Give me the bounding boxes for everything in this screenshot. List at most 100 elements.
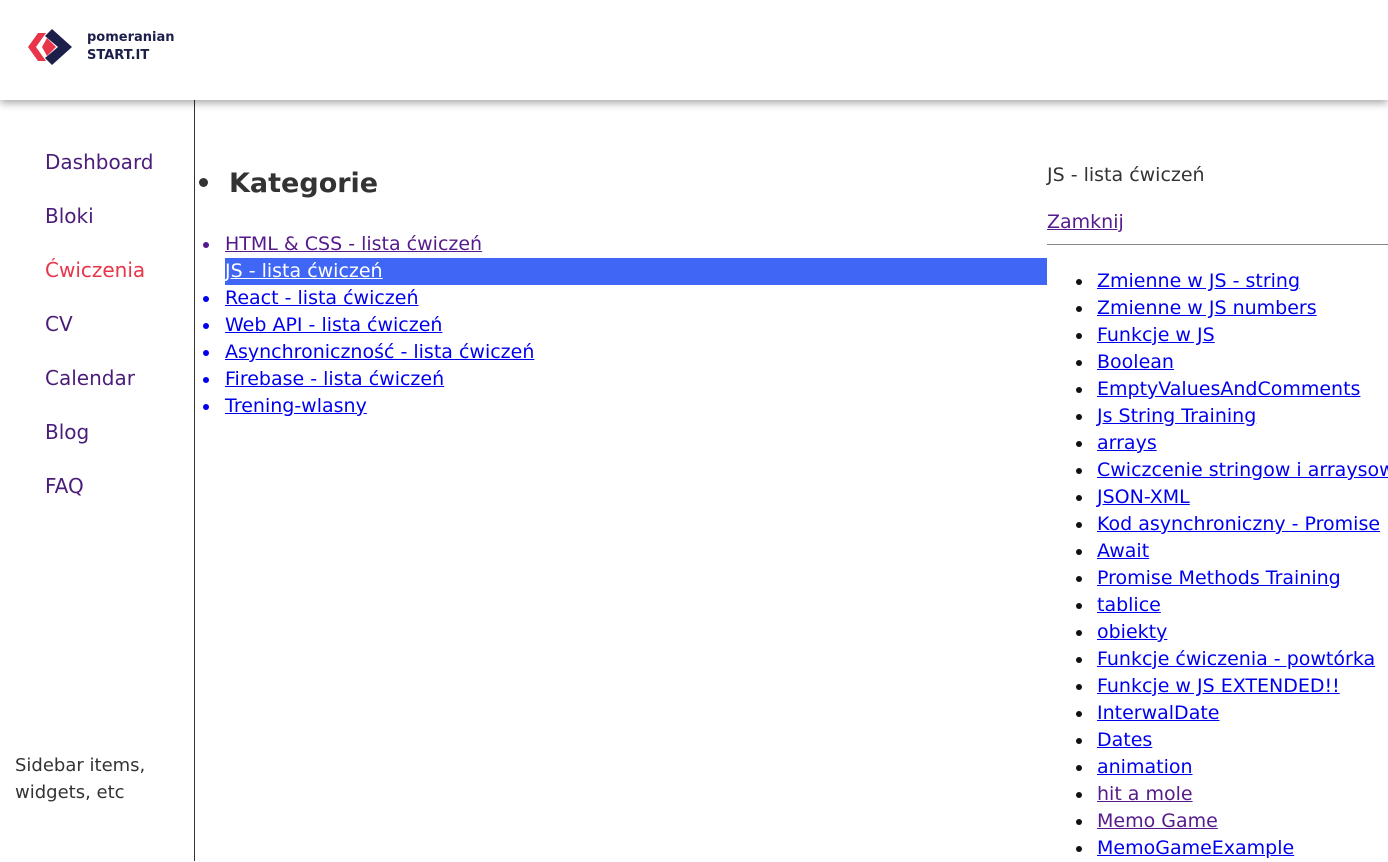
category-item: Firebase - lista ćwiczeń (195, 366, 1047, 393)
logo-line-2: START.IT (87, 48, 150, 63)
sidebar-item-cwiczenia[interactable]: Ćwiczenia (45, 258, 154, 312)
exercise-link[interactable]: hit a mole (1097, 782, 1193, 806)
list-item: Funkcje ćwiczenia - powtórka (1047, 646, 1388, 673)
bullet-icon (1076, 549, 1082, 555)
bullet-icon (1076, 738, 1082, 744)
exercise-link[interactable]: Funkcje w JS (1097, 323, 1215, 347)
exercise-link[interactable]: obiekty (1097, 620, 1167, 644)
category-link-trening[interactable]: Trening-wlasny (225, 394, 367, 418)
exercise-link[interactable]: Funkcje ćwiczenia - powtórka (1097, 647, 1375, 671)
sidebar-item-cv[interactable]: CV (45, 312, 154, 366)
bullet-icon (1076, 765, 1082, 771)
sidebar-item-dashboard[interactable]: Dashboard (45, 150, 154, 204)
sidebar-item-bloki[interactable]: Bloki (45, 204, 154, 258)
list-item: Funkcje w JS EXTENDED!! (1047, 673, 1388, 700)
exercise-link[interactable]: tablice (1097, 593, 1161, 617)
categories-heading-text: Kategorie (229, 168, 379, 199)
bullet-icon (1076, 657, 1082, 663)
categories-list: HTML & CSS - lista ćwiczeń JS - lista ćw… (195, 231, 1047, 420)
category-link-react[interactable]: React - lista ćwiczeń (225, 286, 419, 310)
exercise-link[interactable]: Promise Methods Training (1097, 566, 1341, 590)
exercise-link[interactable]: Js String Training (1097, 404, 1256, 428)
exercise-panel-title: JS - lista ćwiczeń (1047, 164, 1205, 186)
category-link-js[interactable]: JS - lista ćwiczeń (225, 259, 383, 283)
list-item: MemoGameExample (1047, 835, 1388, 862)
sidebar-item-faq[interactable]: FAQ (45, 474, 154, 528)
bullet-icon (203, 404, 209, 410)
bullet-icon (203, 350, 209, 356)
list-item: animation (1047, 754, 1388, 781)
list-item: Boolean (1047, 349, 1388, 376)
close-link[interactable]: Zamknij (1047, 211, 1124, 233)
bullet-icon (203, 296, 209, 302)
exercise-link[interactable]: EmptyValuesAndComments (1097, 377, 1360, 401)
exercise-link[interactable]: Zmienne w JS numbers (1097, 296, 1317, 320)
bullet-icon (1076, 603, 1082, 609)
bullet-icon (1076, 387, 1082, 393)
exercise-link[interactable]: Funkcje w JS EXTENDED!! (1097, 674, 1340, 698)
list-item: tablice (1047, 592, 1388, 619)
list-item: Promise Methods Training (1047, 565, 1388, 592)
sidebar-item-calendar[interactable]: Calendar (45, 366, 154, 420)
list-item: InterwalDate (1047, 700, 1388, 727)
bullet-icon (1076, 360, 1082, 366)
exercise-list: Zmienne w JS - string Zmienne w JS numbe… (1047, 268, 1388, 862)
divider (1047, 244, 1388, 245)
logo-text: pomeranian START.IT (87, 29, 175, 65)
sidebar-item-blog[interactable]: Blog (45, 420, 154, 474)
exercise-link[interactable]: Memo Game (1097, 809, 1218, 833)
exercise-link[interactable]: Zmienne w JS - string (1097, 269, 1300, 293)
list-item: Await (1047, 538, 1388, 565)
list-item: Dates (1047, 727, 1388, 754)
category-link-firebase[interactable]: Firebase - lista ćwiczeń (225, 367, 444, 391)
bullet-icon (1076, 819, 1082, 825)
bullet-icon (1076, 279, 1082, 285)
bullet-icon (1076, 630, 1082, 636)
bullet-icon (1076, 792, 1082, 798)
exercise-link[interactable]: animation (1097, 755, 1193, 779)
bullet-icon (203, 377, 209, 383)
exercise-link[interactable]: MemoGameExample (1097, 836, 1294, 860)
bullet-icon (199, 177, 208, 187)
category-link-html-css[interactable]: HTML & CSS - lista ćwiczeń (225, 232, 482, 256)
sidebar-note-text: Sidebar items, widgets, etc (15, 755, 146, 803)
sidebar-note: Sidebar items, widgets, etc (15, 752, 165, 806)
list-item: Js String Training (1047, 403, 1388, 430)
bullet-icon (1076, 468, 1082, 474)
top-header: pomeranian START.IT (0, 0, 1388, 100)
bullet-icon (1076, 711, 1082, 717)
list-item: arrays (1047, 430, 1388, 457)
bullet-icon (203, 242, 209, 248)
categories-heading: Kategorie (195, 168, 378, 199)
category-link-async[interactable]: Asynchroniczność - lista ćwiczeń (225, 340, 534, 364)
exercise-link[interactable]: Cwiczcenie stringow i arraysow (1097, 458, 1388, 482)
logo[interactable]: pomeranian START.IT (26, 27, 175, 67)
list-item: EmptyValuesAndComments (1047, 376, 1388, 403)
exercise-link[interactable]: Dates (1097, 728, 1152, 752)
list-item: Kod asynchroniczny - Promise (1047, 511, 1388, 538)
category-item: React - lista ćwiczeń (195, 285, 1047, 312)
exercise-link[interactable]: InterwalDate (1097, 701, 1219, 725)
exercise-link[interactable]: Kod asynchroniczny - Promise (1097, 512, 1380, 536)
logo-icon (28, 29, 72, 65)
list-item: Cwiczcenie stringow i arraysow (1047, 457, 1388, 484)
logo-line-1: pomeranian (87, 30, 175, 45)
exercise-link[interactable]: arrays (1097, 431, 1157, 455)
bullet-icon (1076, 333, 1082, 339)
exercise-link[interactable]: JSON-XML (1097, 485, 1190, 509)
bullet-icon (1076, 441, 1082, 447)
list-item: JSON-XML (1047, 484, 1388, 511)
bullet-icon (1076, 846, 1082, 852)
category-link-web-api[interactable]: Web API - lista ćwiczeń (225, 313, 442, 337)
list-item: Funkcje w JS (1047, 322, 1388, 349)
list-item: Zmienne w JS - string (1047, 268, 1388, 295)
exercise-link[interactable]: Boolean (1097, 350, 1174, 374)
list-item: Memo Game (1047, 808, 1388, 835)
bullet-icon (1076, 684, 1082, 690)
category-item: Trening-wlasny (195, 393, 1047, 420)
exercise-link[interactable]: Await (1097, 539, 1149, 563)
list-item: obiekty (1047, 619, 1388, 646)
category-item: HTML & CSS - lista ćwiczeń (195, 231, 1047, 258)
bullet-icon (203, 323, 209, 329)
list-item: Zmienne w JS numbers (1047, 295, 1388, 322)
